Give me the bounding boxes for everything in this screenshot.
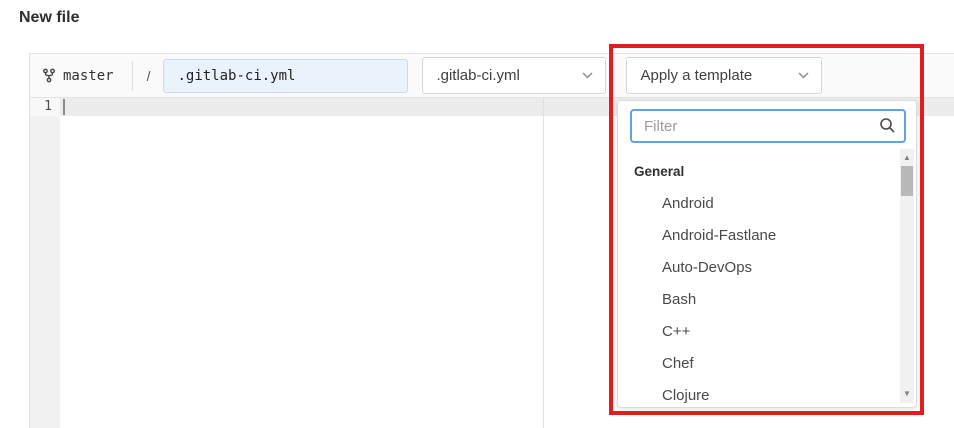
template-dropdown-panel: GeneralAndroidAndroid-FastlaneAuto-DevOp…	[617, 100, 917, 408]
list-group-header: General	[618, 156, 898, 188]
list-item[interactable]: Auto-DevOps	[618, 252, 898, 284]
branch-ref-link[interactable]: master	[42, 68, 114, 84]
toolbar-divider	[132, 61, 133, 91]
file-type-select[interactable]: .gitlab-ci.yml	[422, 57, 606, 94]
dropdown-scrollbar[interactable]: ▲ ▼	[900, 149, 914, 403]
editor-text-cursor	[63, 99, 65, 115]
list-item[interactable]: Clojure	[618, 380, 898, 405]
file-editor-toolbar: master / .gitlab-ci.yml Apply a template	[30, 54, 954, 98]
editor-print-margin	[543, 98, 544, 428]
branch-name: master	[63, 68, 114, 84]
apply-template-select[interactable]: Apply a template	[626, 57, 822, 94]
template-filter-input[interactable]	[630, 109, 906, 143]
list-item[interactable]: Android-Fastlane	[618, 220, 898, 252]
path-separator: /	[147, 68, 151, 84]
apply-template-label: Apply a template	[640, 67, 752, 84]
git-branch-icon	[42, 68, 56, 83]
scrollbar-down-arrow[interactable]: ▼	[900, 387, 914, 401]
editor-gutter: 1	[30, 98, 60, 428]
scrollbar-up-arrow[interactable]: ▲	[900, 151, 914, 165]
line-number: 1	[30, 98, 60, 116]
template-list: GeneralAndroidAndroid-FastlaneAuto-DevOp…	[618, 156, 898, 405]
list-item[interactable]: Bash	[618, 284, 898, 316]
scrollbar-thumb[interactable]	[901, 166, 913, 196]
list-item[interactable]: Android	[618, 188, 898, 220]
list-item[interactable]: C++	[618, 316, 898, 348]
new-file-page: New file master / .gitlab	[0, 0, 954, 428]
file-type-select-value: .gitlab-ci.yml	[436, 67, 519, 84]
chevron-down-icon	[798, 72, 809, 79]
search-icon	[879, 117, 896, 134]
list-item[interactable]: Chef	[618, 348, 898, 380]
filter-field-wrap	[630, 109, 906, 143]
filename-input[interactable]	[163, 59, 408, 93]
chevron-down-icon	[582, 72, 593, 79]
page-title: New file	[19, 9, 79, 27]
